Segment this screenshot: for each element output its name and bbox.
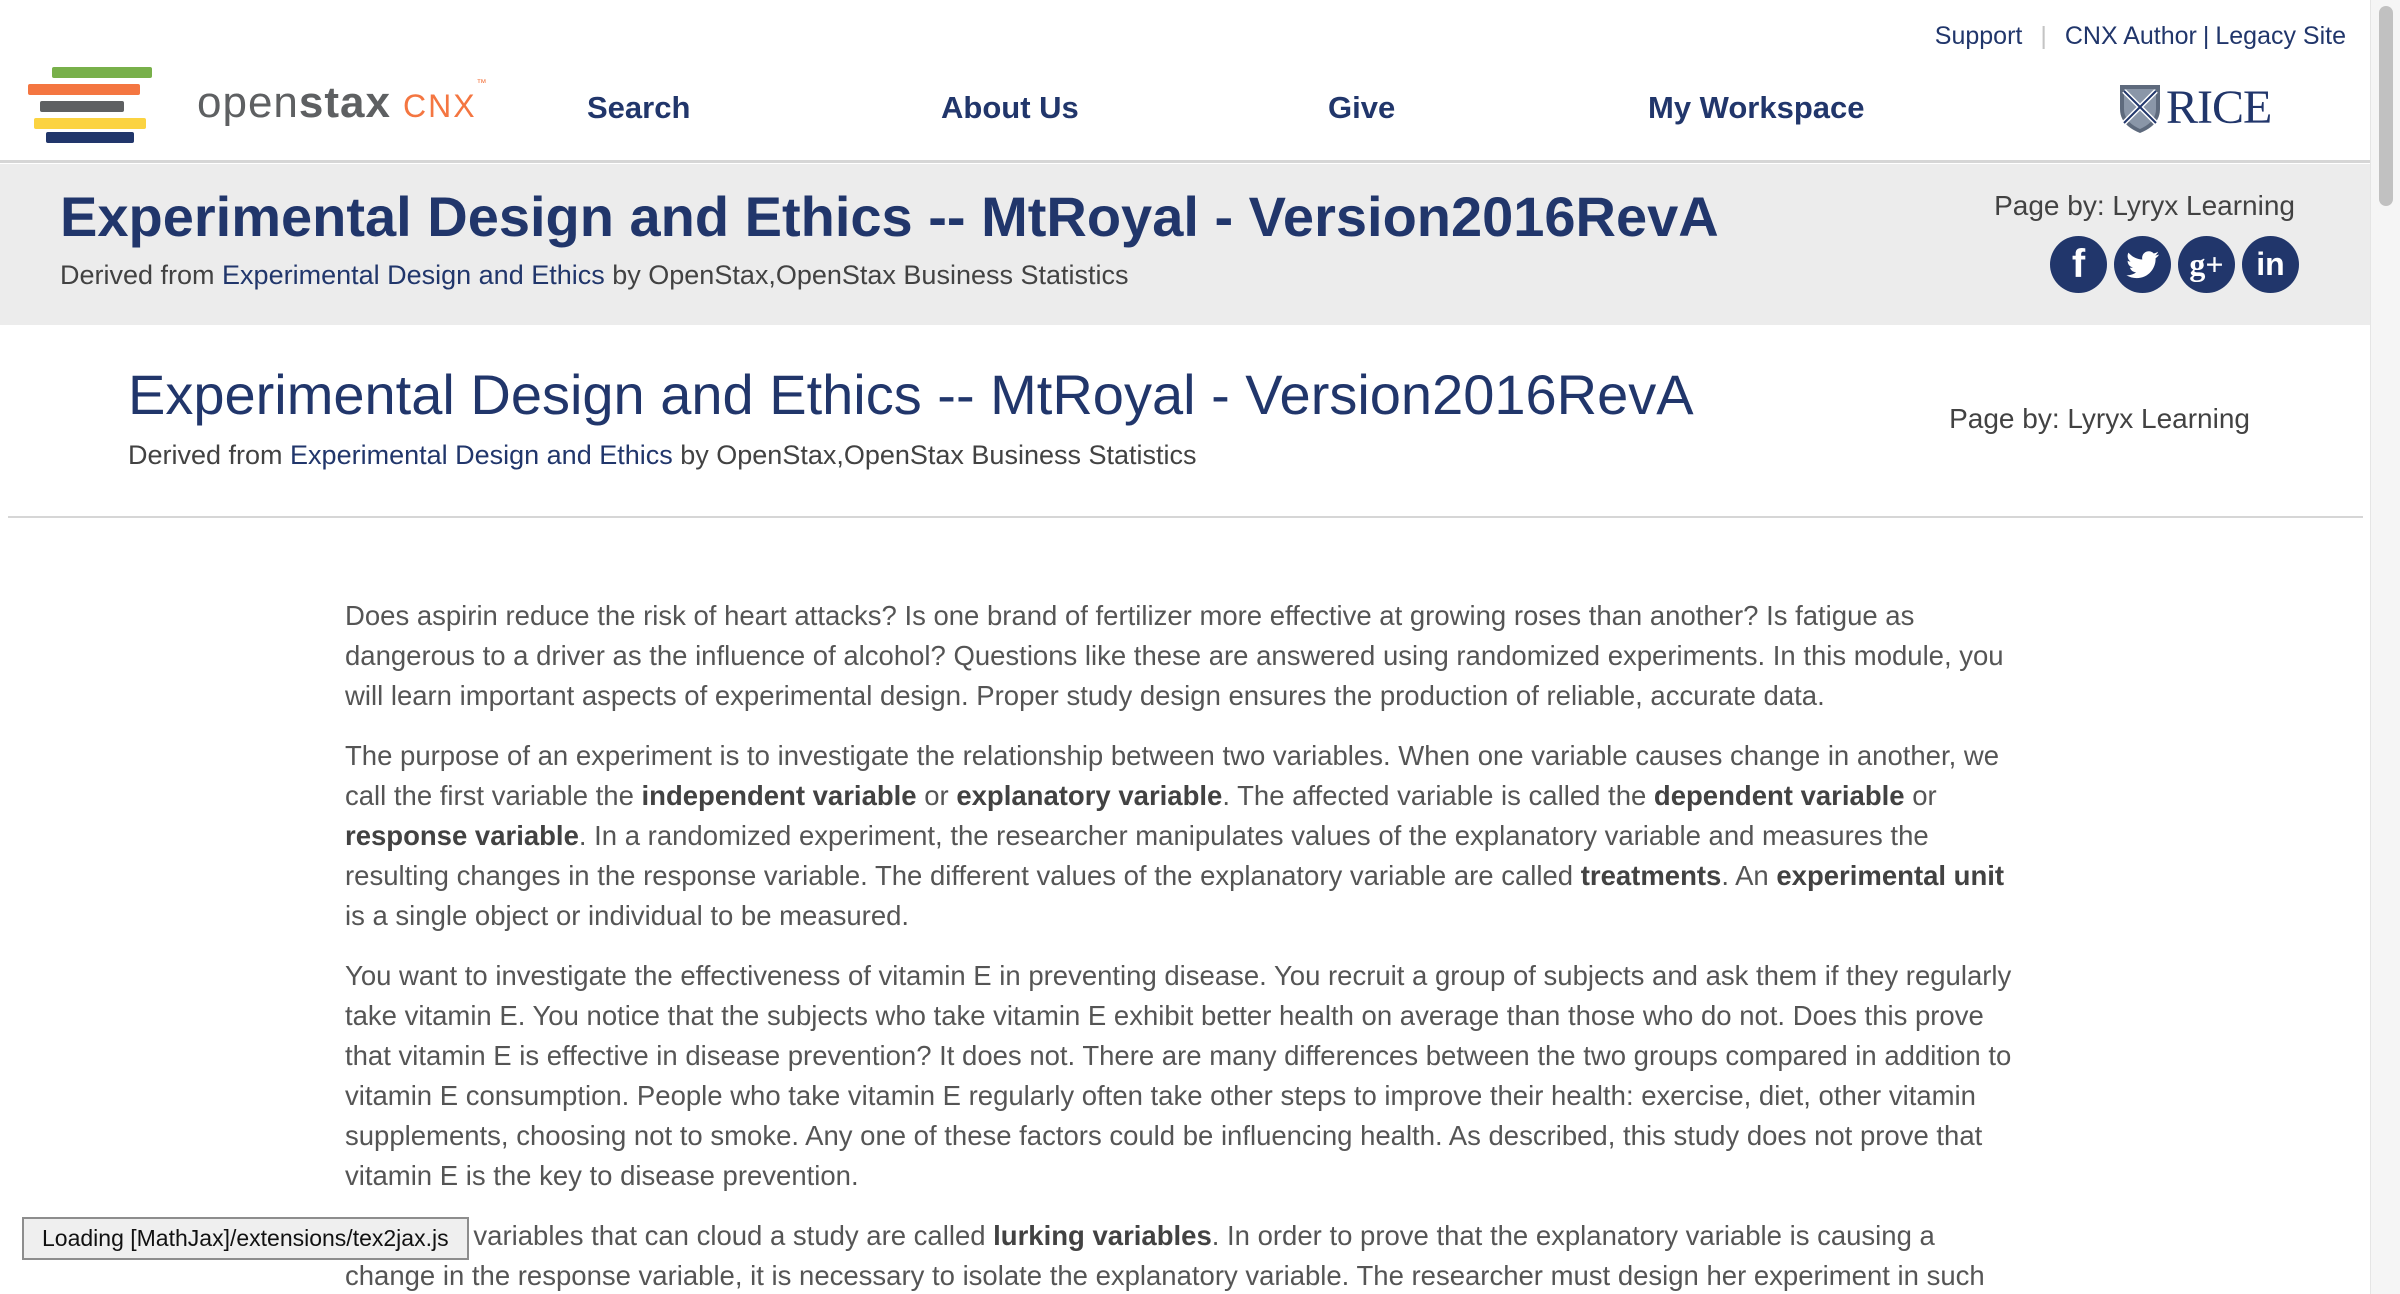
p2-text-3: . The affected variable is called the (1222, 780, 1654, 811)
rice-university-logo[interactable]: RICE (2118, 80, 2272, 135)
book-navy (46, 132, 134, 143)
support-link[interactable]: Support (1935, 22, 2023, 51)
page-title: Experimental Design and Ethics -- MtRoya… (128, 363, 1694, 426)
page-derived-suffix: by OpenStax,OpenStax Business Statistics (672, 440, 1197, 470)
band-page-by: Page by: Lyryx Learning (1994, 190, 2295, 221)
paragraph-2: The purpose of an experiment is to inves… (345, 736, 2025, 936)
nav-my-workspace[interactable]: My Workspace (1648, 90, 1865, 126)
site-header: Support | CNX Author | Legacy Site opens… (0, 0, 2370, 163)
band-derived-from: Derived from Experimental Design and Eth… (60, 260, 1129, 291)
paragraph-4: Additional variables that can cloud a st… (345, 1216, 2025, 1294)
google-plus-icon[interactable]: g+ (2178, 236, 2235, 293)
band-title: Experimental Design and Ethics -- MtRoya… (60, 185, 1719, 248)
rice-wordmark: RICE (2166, 81, 2272, 134)
paragraph-1: Does aspirin reduce the risk of heart at… (345, 600, 2004, 711)
band-derived-prefix: Derived from (60, 260, 223, 290)
term-treatments: treatments (1580, 860, 1722, 891)
term-independent-variable: independent variable (641, 780, 917, 811)
facebook-icon[interactable]: f (2050, 236, 2107, 293)
p2-text-2: or (916, 780, 957, 811)
page-derived-prefix: Derived from (128, 440, 291, 470)
scrollbar-thumb[interactable] (2379, 6, 2393, 206)
p2-text-7: is a single object or individual to be m… (345, 900, 910, 931)
title-band: Experimental Design and Ethics -- MtRoya… (0, 164, 2370, 325)
books-logo-icon (28, 64, 153, 143)
twitter-bird-icon (2125, 250, 2159, 278)
linkedin-icon[interactable]: in (2242, 236, 2299, 293)
band-derived-link[interactable]: Experimental Design and Ethics (222, 260, 605, 290)
legacy-site-link[interactable]: Legacy Site (2215, 22, 2346, 51)
book-grey (40, 101, 124, 112)
page-derived-from: Derived from Experimental Design and Eth… (128, 440, 1197, 471)
utility-pipe: | (2202, 22, 2210, 50)
term-experimental-unit: experimental unit (1776, 860, 2005, 891)
module-content: Does aspirin reduce the risk of heart at… (345, 596, 2025, 1294)
linkedin-glyph: in (2256, 246, 2285, 282)
wordmark-open: open (197, 78, 299, 127)
nav-give[interactable]: Give (1328, 90, 1395, 126)
rice-shield-icon (2120, 84, 2160, 133)
cnx-author-link[interactable]: CNX Author (2065, 22, 2197, 51)
wordmark-cnx: CNX (402, 88, 477, 124)
facebook-glyph: f (2071, 242, 2086, 286)
nav-about-us[interactable]: About Us (941, 90, 1079, 126)
utility-nav: Support | CNX Author | Legacy Site (1935, 22, 2346, 51)
google-plus-glyph: g+ (2189, 246, 2224, 282)
band-derived-suffix: by OpenStax,OpenStax Business Statistics (604, 260, 1129, 290)
term-lurking-variables: lurking variables (993, 1220, 1212, 1251)
header-divider (8, 516, 2363, 518)
term-dependent-variable: dependent variable (1653, 780, 1905, 811)
book-orange (28, 84, 140, 95)
book-green (52, 67, 152, 78)
wordmark-stax: stax (298, 78, 391, 127)
term-explanatory-variable: explanatory variable (956, 780, 1223, 811)
utility-separator: | (2040, 22, 2047, 50)
term-response-variable: response variable (345, 820, 579, 851)
twitter-icon[interactable] (2114, 236, 2171, 293)
nav-search[interactable]: Search (587, 90, 690, 126)
page-scrollbar[interactable] (2370, 0, 2400, 1294)
openstax-wordmark: openstax CNX™ (197, 78, 488, 128)
p2-text-6: . An (1721, 860, 1777, 891)
page-derived-link[interactable]: Experimental Design and Ethics (290, 440, 673, 470)
mathjax-loading-status: Loading [MathJax]/extensions/tex2jax.js (22, 1217, 469, 1260)
book-yellow (34, 118, 146, 129)
wordmark-tm: ™ (476, 78, 488, 89)
page-page-by: Page by: Lyryx Learning (1949, 403, 2250, 434)
p2-text-4: or (1904, 780, 1937, 811)
openstax-cnx-logo[interactable]: openstax CNX™ (28, 64, 488, 143)
paragraph-3: You want to investigate the effectivenes… (345, 960, 2012, 1191)
social-share: f g+ in (2050, 236, 2299, 293)
